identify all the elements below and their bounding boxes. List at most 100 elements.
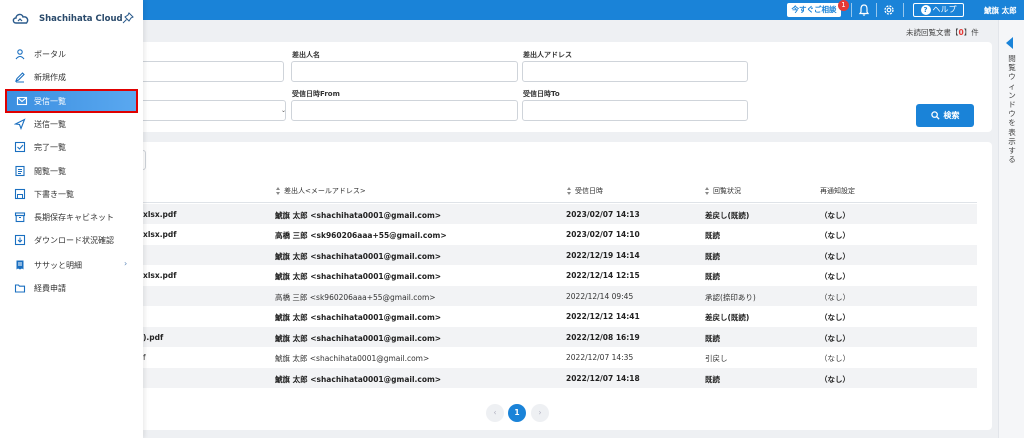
table-row[interactable]: ).pdf 鯱旗 太郎 <shachihata0001@gmail.com> 202…	[143, 327, 977, 347]
cell-received-time: 2023/02/07 14:13	[566, 210, 640, 219]
header-divider	[876, 3, 877, 17]
search-button[interactable]: 検索	[916, 104, 974, 127]
column-header-status[interactable]: 回覧状況	[705, 186, 741, 196]
cell-sender: 鯱旗 太郎 <shachihata0001@gmail.com>	[275, 334, 442, 343]
column-header-received[interactable]: 受信日時	[567, 186, 603, 196]
cell-received-time: 2022/12/14 12:15	[566, 271, 640, 280]
sidebar-item-document[interactable]: 閲覧一覧	[0, 160, 143, 182]
column-header-sender[interactable]: 差出人<メールアドレス>	[276, 186, 366, 196]
document-icon	[15, 165, 25, 177]
cell-circulation-status: 差戻し(既読)	[705, 211, 750, 220]
sender-name-label: 差出人名	[292, 51, 320, 59]
send-icon	[14, 118, 26, 130]
download-icon	[14, 234, 26, 246]
table-row[interactable]: 鯱旗 太郎 <shachihata0001@gmail.com> 2022/12/…	[143, 245, 977, 265]
header-divider	[903, 3, 904, 17]
chevron-down-icon: ⌄	[281, 107, 287, 114]
checkbox-icon	[14, 141, 26, 153]
subject-input[interactable]	[134, 61, 284, 82]
gear-icon[interactable]	[882, 3, 896, 17]
cell-sender: 鯱旗 太郎 <shachihata0001@gmail.com>	[275, 272, 442, 281]
cell-circulation-status: 既読	[705, 252, 720, 261]
sidebar-item-label: 閲覧一覧	[34, 167, 66, 176]
cell-sender: 鯱旗 太郎 <shachihata0001@gmail.com>	[275, 313, 442, 322]
archive-icon	[14, 212, 26, 223]
cell-received-time: 2022/12/14 09:45	[566, 292, 634, 301]
cell-sender: 鯱旗 太郎 <shachihata0001@gmail.com>	[275, 354, 430, 363]
sidebar-item-person[interactable]: ポータル	[0, 43, 143, 65]
sidebar-item-label: 経費申請	[34, 284, 66, 293]
cell-file-name: xlsx.pdf	[143, 210, 177, 219]
pagination-page-current[interactable]: 1	[508, 404, 526, 422]
table-row[interactable]: 鯱旗 太郎 <shachihata0001@gmail.com> 2022/12/…	[143, 368, 977, 388]
cell-received-time: 2022/12/07 14:18	[566, 374, 640, 383]
table-row[interactable]: f 鯱旗 太郎 <shachihata0001@gmail.com> 2022/12…	[143, 347, 977, 367]
table-row[interactable]: xlsx.pdf 鯱旗 太郎 <shachihata0001@gmail.com>…	[143, 265, 977, 285]
consult-button[interactable]: 今すぐご相談	[787, 3, 841, 17]
brand-name: Shachihata Cloud	[39, 14, 123, 24]
sidebar-item-archive[interactable]: 長期保存キャビネット	[0, 206, 143, 228]
chevron-right-icon: ›	[124, 259, 128, 268]
sidebar-item-download[interactable]: ダウンロード状況確認	[0, 229, 143, 251]
help-icon: ?	[920, 5, 931, 15]
pin-icon[interactable]	[122, 12, 134, 24]
sort-icon	[276, 187, 281, 195]
sidebar-item-label: 下書き一覧	[34, 190, 74, 199]
received-to-label: 受信日時To	[523, 90, 560, 98]
pagination-prev[interactable]: ‹	[486, 404, 504, 422]
sidebar-item-label: 長期保存キャビネット	[34, 213, 114, 222]
sender-address-input[interactable]	[522, 61, 748, 82]
sidebar-item-label: 完了一覧	[34, 143, 66, 152]
cell-renotify-setting: （なし）	[820, 293, 850, 302]
preview-window-toggle[interactable]: 閲覧ウィンドウを表示する	[998, 20, 1024, 438]
cell-circulation-status: 差戻し(既読)	[705, 313, 750, 322]
cell-renotify-setting: （なし）	[820, 272, 850, 281]
sender-address-label: 差出人アドレス	[523, 51, 572, 59]
envelope-icon	[16, 96, 28, 106]
cell-circulation-status: 承認(捺印あり)	[705, 293, 756, 302]
cell-renotify-setting: （なし）	[820, 334, 850, 343]
folder-icon	[14, 284, 26, 293]
received-from-input[interactable]	[291, 100, 518, 121]
unread-count: 未読回覧文書【0】件	[906, 28, 979, 37]
table-row[interactable]: xlsx.pdf 高橋 三郎 <sk960206aaa+55@gmail.com>…	[143, 224, 977, 244]
received-from-label: 受信日時From	[292, 90, 340, 98]
table-header-divider	[143, 202, 977, 203]
pagination-next[interactable]: ›	[531, 404, 549, 422]
user-name[interactable]: 鯱旗 太郎	[984, 5, 1017, 16]
help-button[interactable]: ? ヘルプ	[913, 3, 964, 17]
cell-file-name: xlsx.pdf	[143, 271, 177, 280]
sidebar-item-save[interactable]: 下書き一覧	[0, 183, 143, 205]
cell-renotify-setting: （なし）	[820, 211, 850, 220]
sidebar-item-envelope[interactable]: 受信一覧	[5, 89, 138, 113]
sidebar-item-label: 送信一覧	[34, 120, 66, 129]
cell-received-time: 2023/02/07 14:10	[566, 230, 640, 239]
sort-icon	[567, 187, 572, 195]
table-row[interactable]: xlsx.pdf 鯱旗 太郎 <shachihata0001@gmail.com>…	[143, 204, 977, 224]
status-select[interactable]	[134, 100, 286, 121]
sidebar-item-folder[interactable]: 経費申請	[0, 277, 143, 299]
cell-circulation-status: 既読	[705, 272, 720, 281]
cell-file-name: ).pdf	[143, 333, 164, 342]
cell-renotify-setting: （なし）	[820, 354, 850, 363]
cell-renotify-setting: （なし）	[820, 375, 850, 384]
sidebar-item-receipt[interactable]: ササッと明細 ›	[0, 254, 143, 276]
search-button-label: 検索	[943, 111, 960, 120]
cell-renotify-setting: （なし）	[820, 252, 850, 261]
person-icon	[15, 49, 25, 60]
cell-circulation-status: 既読	[705, 375, 720, 384]
sender-name-input[interactable]	[291, 61, 518, 82]
sidebar-item-send[interactable]: 送信一覧	[0, 113, 143, 135]
received-to-input[interactable]	[522, 100, 748, 121]
top-header-bar: 今すぐご相談 1 ? ヘルプ 鯱旗 太郎	[0, 0, 1024, 20]
sidebar-item-label: 受信一覧	[34, 97, 66, 106]
cell-sender: 鯱旗 太郎 <shachihata0001@gmail.com>	[275, 375, 442, 384]
table-row[interactable]: 高橋 三郎 <sk960206aaa+55@gmail.com> 2022/12/…	[143, 286, 977, 306]
cell-file-name: xlsx.pdf	[143, 230, 177, 239]
table-row[interactable]: 鯱旗 太郎 <shachihata0001@gmail.com> 2022/12/…	[143, 306, 977, 326]
bell-icon[interactable]	[857, 3, 871, 17]
cell-received-time: 2022/12/12 14:41	[566, 312, 640, 321]
sidebar-item-pencil[interactable]: 新規作成	[0, 66, 143, 88]
sidebar-item-checkbox[interactable]: 完了一覧	[0, 136, 143, 158]
cell-sender: 高橋 三郎 <sk960206aaa+55@gmail.com>	[275, 231, 447, 240]
